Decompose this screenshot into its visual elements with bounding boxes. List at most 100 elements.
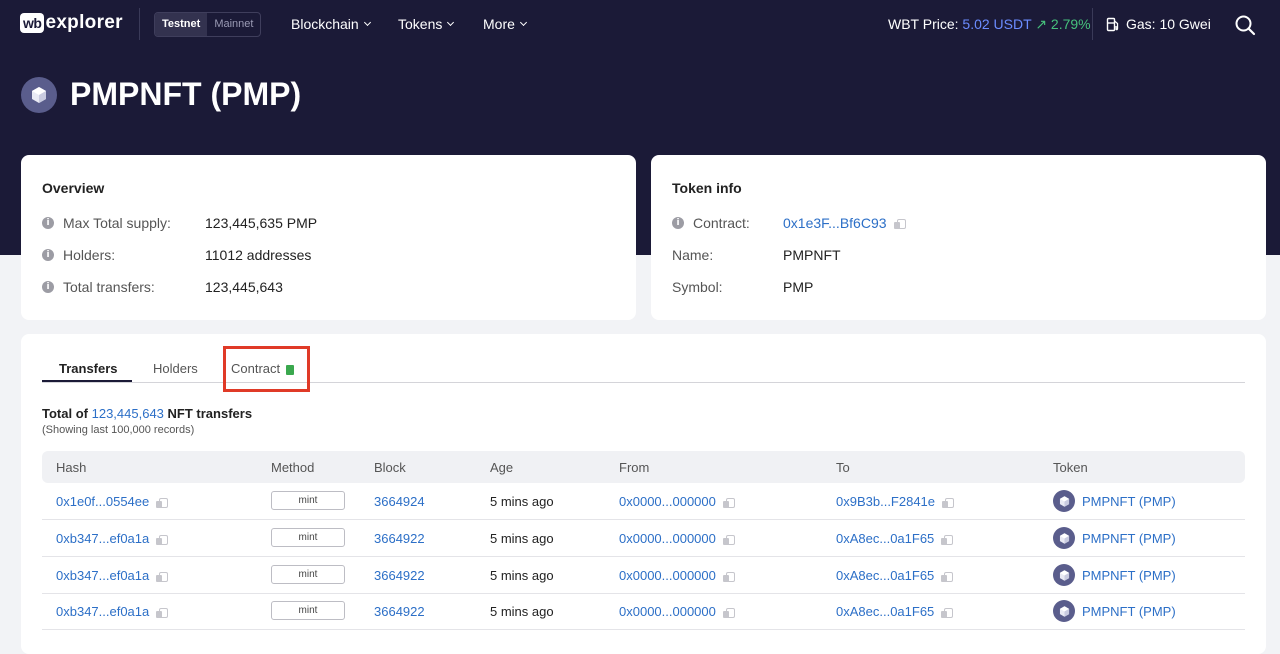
network-switch[interactable]: Testnet Mainnet bbox=[154, 12, 262, 37]
token-info-row-symbol: Symbol: PMP bbox=[672, 279, 813, 295]
copy-icon[interactable] bbox=[942, 497, 955, 508]
table-row: 0xb347...ef0a1a mint 3664922 5 mins ago 0x00… bbox=[42, 520, 1245, 557]
to-address-link[interactable]: 0xA8ec...0a1F65 bbox=[836, 568, 934, 583]
block-link[interactable]: 3664922 bbox=[374, 568, 425, 583]
logo-badge: wb bbox=[20, 13, 45, 33]
testnet-button[interactable]: Testnet bbox=[155, 13, 208, 36]
table-row: 0x1e0f...0554ee mint 3664924 5 mins ago 0x00… bbox=[42, 483, 1245, 520]
mainnet-button[interactable]: Mainnet bbox=[207, 13, 260, 36]
copy-icon[interactable] bbox=[722, 607, 735, 618]
tab-holders[interactable]: Holders bbox=[153, 361, 198, 376]
copy-icon[interactable] bbox=[722, 534, 735, 545]
overview-heading: Overview bbox=[42, 180, 105, 196]
copy-icon[interactable] bbox=[156, 497, 169, 508]
chevron-down-icon bbox=[447, 18, 455, 27]
tx-hash-link[interactable]: 0xb347...ef0a1a bbox=[56, 604, 149, 619]
info-icon: i bbox=[42, 249, 54, 261]
copy-icon[interactable] bbox=[941, 607, 954, 618]
wbt-price: WBT Price: 5.02 USDT ↗ 2.79% bbox=[888, 16, 1091, 33]
copy-icon[interactable] bbox=[156, 571, 169, 582]
symbol-label: Symbol: bbox=[672, 279, 723, 295]
from-address-link[interactable]: 0x0000...000000 bbox=[619, 494, 716, 509]
overview-value: 123,445,635 PMP bbox=[205, 215, 318, 231]
summary-count[interactable]: 123,445,643 bbox=[92, 406, 164, 421]
token-link[interactable]: PMPNFT (PMP) bbox=[1082, 494, 1176, 509]
token-link[interactable]: PMPNFT (PMP) bbox=[1082, 568, 1176, 583]
tx-hash-link[interactable]: 0xb347...ef0a1a bbox=[56, 531, 149, 546]
symbol-value: PMP bbox=[783, 279, 814, 295]
col-block: Block bbox=[374, 460, 406, 475]
copy-icon[interactable] bbox=[722, 497, 735, 508]
info-icon: i bbox=[672, 217, 684, 229]
age-cell: 5 mins ago bbox=[490, 531, 554, 546]
price-change: ↗ 2.79% bbox=[1035, 16, 1091, 32]
from-cell: 0x0000...000000 bbox=[619, 531, 735, 546]
overview-label: Total transfers: bbox=[63, 279, 155, 295]
overview-row-supply: i Max Total supply: 123,445,635 PMP bbox=[42, 215, 317, 231]
tx-hash-cell: 0x1e0f...0554ee bbox=[56, 494, 169, 509]
nav-more[interactable]: More bbox=[483, 16, 527, 32]
cube-icon bbox=[32, 87, 46, 103]
to-address-link[interactable]: 0xA8ec...0a1F65 bbox=[836, 531, 934, 546]
block-link[interactable]: 3664922 bbox=[374, 531, 425, 546]
block-link[interactable]: 3664922 bbox=[374, 604, 425, 619]
copy-icon[interactable] bbox=[722, 571, 735, 582]
from-address-link[interactable]: 0x0000...000000 bbox=[619, 568, 716, 583]
name-value: PMPNFT bbox=[783, 247, 841, 263]
from-address-link[interactable]: 0x0000...000000 bbox=[619, 531, 716, 546]
nav-more-label: More bbox=[483, 16, 515, 32]
copy-icon[interactable] bbox=[893, 219, 906, 230]
age-cell: 5 mins ago bbox=[490, 568, 554, 583]
price-value: 5.02 USDT bbox=[962, 16, 1032, 32]
token-link[interactable]: PMPNFT (PMP) bbox=[1082, 604, 1176, 619]
price-label: WBT Price: bbox=[888, 16, 959, 32]
info-icon: i bbox=[42, 217, 54, 229]
copy-icon[interactable] bbox=[156, 534, 169, 545]
table-row: 0xb347...ef0a1a mint 3664922 5 mins ago 0x00… bbox=[42, 557, 1245, 594]
to-cell: 0xA8ec...0a1F65 bbox=[836, 531, 954, 546]
logo[interactable]: wb explorer bbox=[20, 12, 123, 34]
copy-icon[interactable] bbox=[941, 571, 954, 582]
overview-row-holders: i Holders: 11012 addresses bbox=[42, 247, 311, 263]
nav-tokens[interactable]: Tokens bbox=[398, 16, 455, 32]
age-cell: 5 mins ago bbox=[490, 494, 554, 509]
contract-value-wrap: 0x1e3F...Bf6C93 bbox=[783, 215, 906, 231]
token-info-card: Token info i Contract: 0x1e3F...Bf6C93 N… bbox=[651, 155, 1266, 320]
age-cell: 5 mins ago bbox=[490, 604, 554, 619]
nav-tokens-label: Tokens bbox=[398, 16, 443, 32]
name-label: Name: bbox=[672, 247, 714, 263]
block-link[interactable]: 3664924 bbox=[374, 494, 425, 509]
contract-address-link[interactable]: 0x1e3F...Bf6C93 bbox=[783, 215, 887, 231]
copy-icon[interactable] bbox=[941, 534, 954, 545]
to-address-link[interactable]: 0xA8ec...0a1F65 bbox=[836, 604, 934, 619]
info-icon: i bbox=[42, 281, 54, 293]
gas-text: Gas: 10 Gwei bbox=[1126, 16, 1211, 32]
token-link[interactable]: PMPNFT (PMP) bbox=[1082, 531, 1176, 546]
tab-transfers[interactable]: Transfers bbox=[59, 361, 118, 376]
transfer-summary: Total of 123,445,643 NFT transfers bbox=[42, 406, 252, 421]
method-badge: mint bbox=[271, 491, 345, 510]
from-address-link[interactable]: 0x0000...000000 bbox=[619, 604, 716, 619]
to-address-link[interactable]: 0x9B3b...F2841e bbox=[836, 494, 935, 509]
method-badge: mint bbox=[271, 565, 345, 584]
table-row: 0xb347...ef0a1a mint 3664922 5 mins ago 0x00… bbox=[42, 593, 1245, 630]
table-header: Hash Method Block Age From To Token bbox=[42, 451, 1245, 483]
summary-prefix: Total of bbox=[42, 406, 88, 421]
fuel-icon bbox=[1106, 17, 1119, 31]
tx-hash-cell: 0xb347...ef0a1a bbox=[56, 531, 169, 546]
to-cell: 0xA8ec...0a1F65 bbox=[836, 568, 954, 583]
copy-icon[interactable] bbox=[156, 607, 169, 618]
search-icon bbox=[1235, 15, 1256, 36]
method-badge: mint bbox=[271, 601, 345, 620]
col-method: Method bbox=[271, 460, 315, 475]
col-hash: Hash bbox=[56, 460, 87, 475]
tx-hash-link[interactable]: 0xb347...ef0a1a bbox=[56, 568, 149, 583]
method-badge: mint bbox=[271, 528, 345, 547]
search-button[interactable] bbox=[1234, 14, 1256, 36]
nav-blockchain[interactable]: Blockchain bbox=[291, 16, 371, 32]
tx-hash-link[interactable]: 0x1e0f...0554ee bbox=[56, 494, 149, 509]
token-icon bbox=[1053, 490, 1075, 512]
overview-value: 123,445,643 bbox=[205, 279, 283, 295]
to-cell: 0xA8ec...0a1F65 bbox=[836, 604, 954, 619]
gas-price: Gas: 10 Gwei bbox=[1106, 16, 1211, 32]
